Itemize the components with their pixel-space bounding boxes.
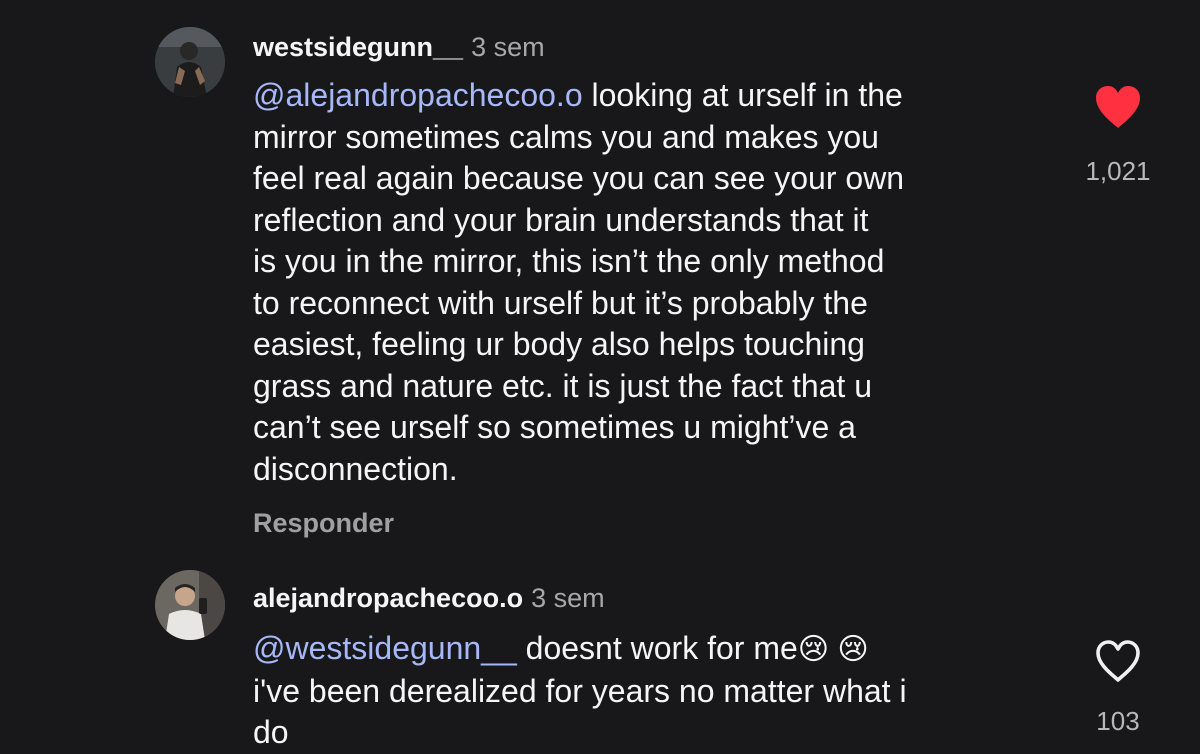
comment-header: westsidegunn__ 3 sem bbox=[253, 31, 545, 63]
comment-line: to reconnect with urself but it’s probab… bbox=[253, 284, 868, 321]
comment-line: easiest, feeling ur body also helps touc… bbox=[253, 326, 865, 362]
avatar[interactable] bbox=[155, 570, 225, 640]
comment-line: feel real again because you can see your… bbox=[253, 160, 905, 196]
comment-line: is you in the mirror, this isn’t the onl… bbox=[253, 243, 885, 279]
comment-line: grass and nature etc. it is just the fac… bbox=[253, 367, 872, 404]
mention-link[interactable]: @westsidegunn__ bbox=[253, 630, 517, 666]
username[interactable]: westsidegunn__ bbox=[253, 32, 463, 62]
avatar[interactable] bbox=[155, 27, 225, 97]
comment-line-text: doesnt work for me bbox=[516, 630, 798, 666]
comment-line: @alejandropachecoo.o looking at urself i… bbox=[253, 75, 1053, 117]
comment-line: i've been derealized for years no matter… bbox=[253, 672, 907, 709]
comment-header: alejandropachecoo.o 3 sem bbox=[253, 582, 605, 614]
like-count: 1,021 bbox=[1085, 156, 1151, 186]
heart-filled-icon[interactable] bbox=[1093, 84, 1143, 130]
mention-link[interactable]: @alejandropachecoo.o bbox=[253, 77, 583, 113]
reply-button[interactable]: Responder bbox=[253, 508, 394, 539]
timestamp: 3 sem bbox=[471, 32, 545, 62]
comment-line: mirror sometimes calms you and makes you bbox=[253, 118, 879, 155]
comment-line: do bbox=[253, 714, 289, 750]
comment-alejandropachecoo: alejandropachecoo.o 3 sem @westsidegunn__… bbox=[0, 560, 1200, 750]
comment-line: can’t see urself so sometimes u might’ve… bbox=[253, 409, 856, 445]
timestamp: 3 sem bbox=[531, 583, 605, 613]
username[interactable]: alejandropachecoo.o bbox=[253, 583, 523, 613]
comment-text: @alejandropachecoo.o looking at urself i… bbox=[253, 75, 1053, 490]
comment-westsidegunn: westsidegunn__ 3 sem @alejandropachecoo.o… bbox=[0, 0, 1200, 560]
comment-line-text: looking at urself in the bbox=[582, 77, 903, 113]
heart-outline-icon[interactable] bbox=[1093, 638, 1143, 684]
comment-line: reflection and your brain understands th… bbox=[253, 201, 869, 238]
like-count: 103 bbox=[1096, 706, 1140, 736]
comment-line: @westsidegunn__ doesnt work for me😢 😢 bbox=[253, 628, 1053, 671]
comment-text: @westsidegunn__ doesnt work for me😢 😢 i'… bbox=[253, 628, 1053, 754]
crying-face-emoji: 😢 😢 bbox=[797, 633, 869, 666]
comment-line: disconnection. bbox=[253, 450, 458, 487]
